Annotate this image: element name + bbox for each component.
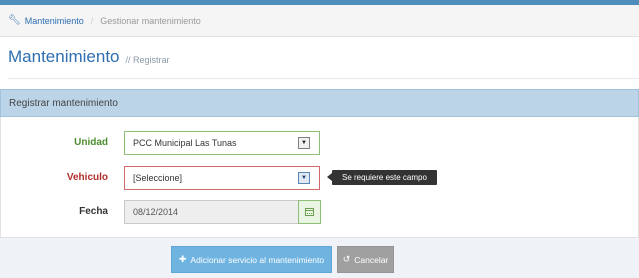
form-panel: Unidad PCC Municipal Las Tunas ▼ Vehicul… xyxy=(0,117,639,237)
fecha-input[interactable]: 08/12/2014 xyxy=(124,200,299,224)
chevron-down-icon[interactable]: ▼ xyxy=(298,137,310,149)
unidad-selected-value: PCC Municipal Las Tunas xyxy=(133,138,237,148)
vehiculo-label: Vehiculo xyxy=(66,172,108,183)
vehiculo-select[interactable]: [Seleccione] ▼ xyxy=(124,166,320,190)
form-row-vehiculo: Vehiculo [Seleccione] ▼ Se requiere este… xyxy=(1,166,639,190)
form-row-fecha: Fecha 08/12/2014 xyxy=(1,200,639,224)
panel-title: Registrar mantenimiento xyxy=(9,97,118,109)
breadcrumb-link-mantenimiento[interactable]: Mantenimiento xyxy=(25,16,84,26)
calendar-icon xyxy=(305,208,314,216)
unidad-label: Unidad xyxy=(74,137,108,148)
form-actions: ✚ Adicionar servicio al mantenimiento ↺ … xyxy=(0,237,639,278)
breadcrumb: 🔧︎ Mantenimiento / Gestionar mantenimien… xyxy=(0,5,639,37)
unidad-select[interactable]: PCC Municipal Las Tunas ▼ xyxy=(124,131,320,155)
add-service-button[interactable]: ✚ Adicionar servicio al mantenimiento xyxy=(171,246,332,273)
fecha-label: Fecha xyxy=(79,206,108,217)
page-subtitle: // Registrar xyxy=(125,54,170,65)
form-row-unidad: Unidad PCC Municipal Las Tunas ▼ xyxy=(1,131,639,155)
header-divider xyxy=(8,78,639,79)
cancel-button[interactable]: ↺ Cancelar xyxy=(337,246,394,273)
undo-icon: ↺ xyxy=(342,254,351,264)
add-service-label: Adicionar servicio al mantenimiento xyxy=(190,254,325,265)
cancel-label: Cancelar xyxy=(354,254,389,265)
chevron-down-icon[interactable]: ▼ xyxy=(298,172,310,184)
vehiculo-selected-value: [Seleccione] xyxy=(133,173,183,183)
calendar-button[interactable] xyxy=(298,200,321,224)
validation-tooltip: Se requiere este campo xyxy=(327,170,437,185)
page-header: Mantenimiento // Registrar xyxy=(0,37,639,77)
page-title: Mantenimiento xyxy=(8,47,120,66)
plus-icon: ✚ xyxy=(178,254,187,264)
breadcrumb-separator: / xyxy=(90,15,94,26)
wrench-icon: 🔧︎ xyxy=(8,15,21,26)
fecha-value: 08/12/2014 xyxy=(133,207,179,217)
panel-header: Registrar mantenimiento xyxy=(0,89,639,117)
breadcrumb-current: Gestionar mantenimiento xyxy=(100,15,201,26)
